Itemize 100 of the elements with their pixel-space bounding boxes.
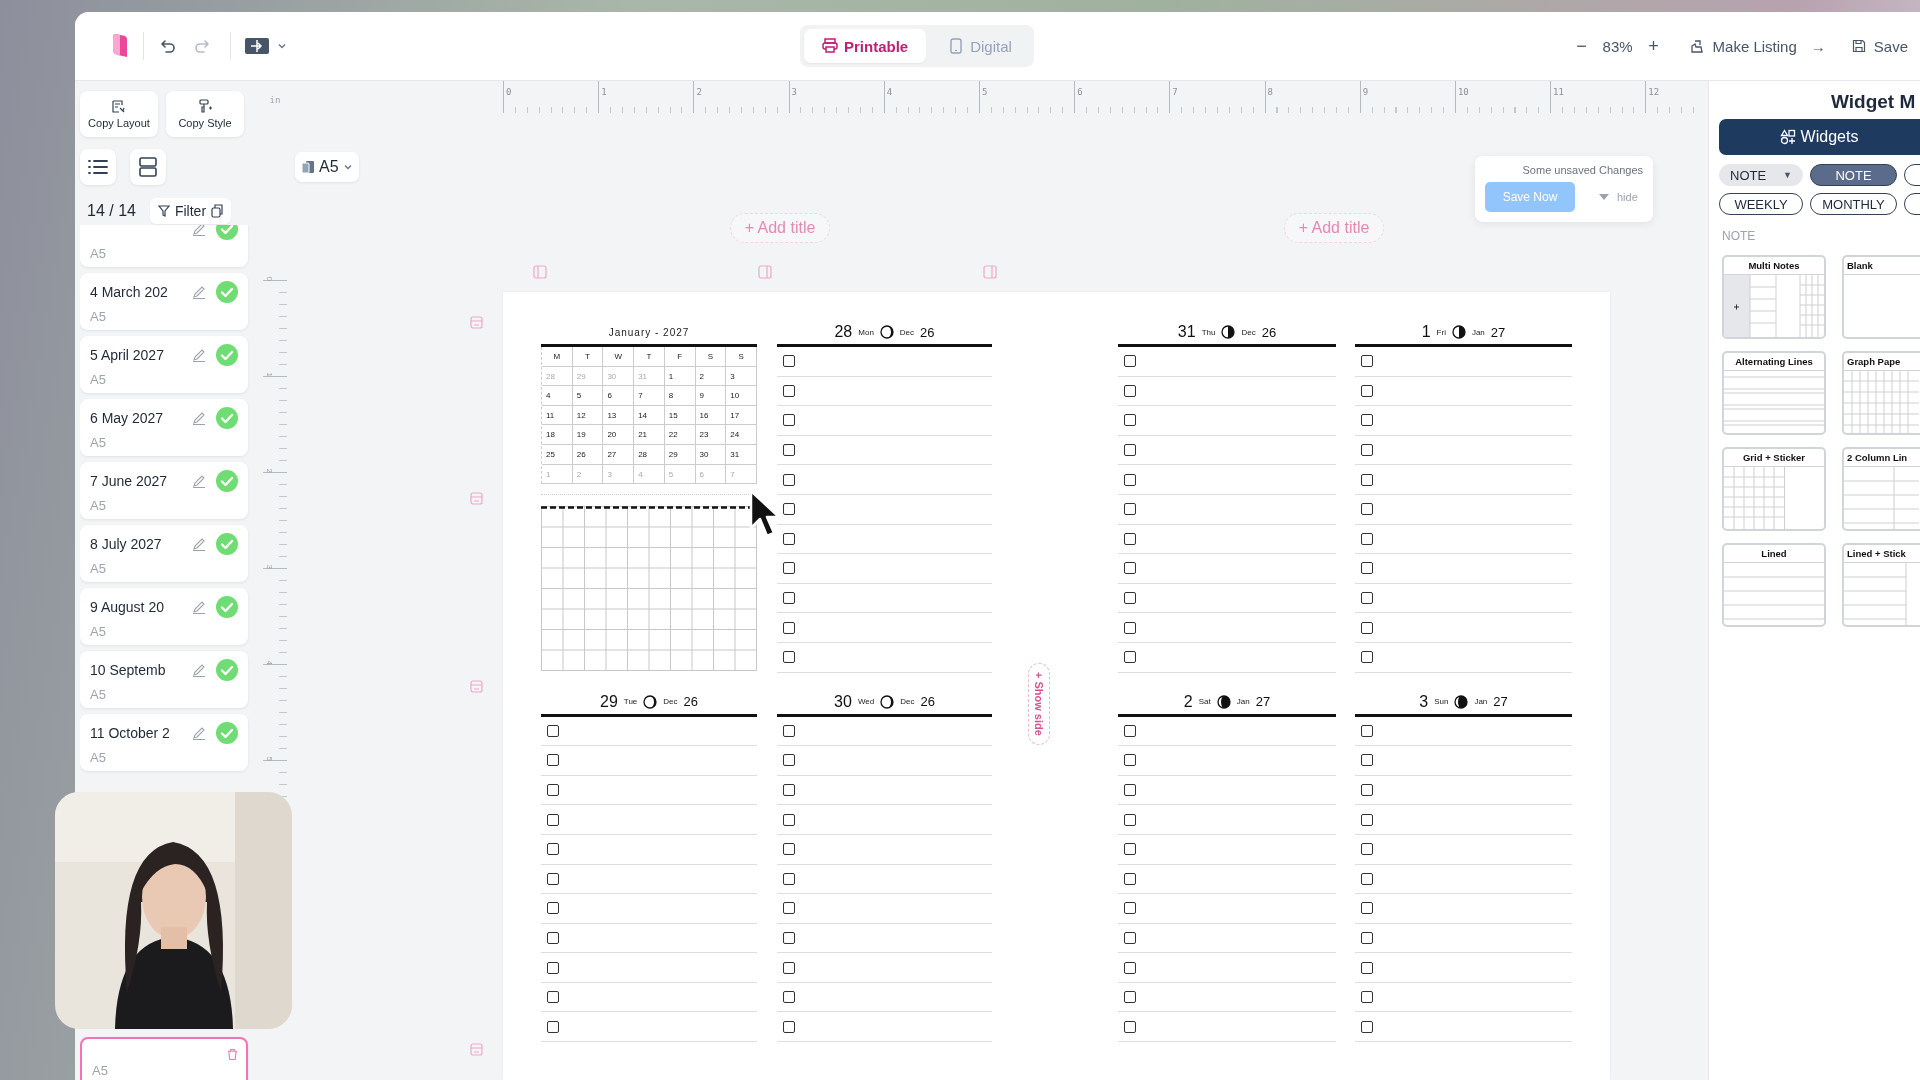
- checkbox[interactable]: [547, 813, 559, 826]
- checkbox[interactable]: [1124, 902, 1136, 915]
- checkbox[interactable]: [1124, 473, 1136, 486]
- checkbox[interactable]: [1361, 621, 1373, 634]
- checkbox[interactable]: [547, 961, 559, 974]
- template-card[interactable]: Blank: [1842, 255, 1920, 339]
- template-card[interactable]: Lined + Stick: [1842, 543, 1920, 627]
- checkbox[interactable]: [547, 932, 559, 944]
- checkbox[interactable]: [1124, 932, 1136, 944]
- checkbox[interactable]: [1124, 444, 1136, 457]
- template-card[interactable]: Lined: [1722, 543, 1826, 627]
- filter-button[interactable]: Filter: [149, 198, 232, 224]
- filter-chip[interactable]: MONTHLY: [1810, 193, 1897, 215]
- checkbox[interactable]: [1361, 503, 1373, 516]
- show-side-button[interactable]: + Show side: [1028, 663, 1050, 745]
- checkbox[interactable]: [1124, 592, 1136, 605]
- checkbox[interactable]: [783, 355, 795, 368]
- checkbox[interactable]: [1361, 592, 1373, 605]
- filter-chip[interactable]: NOTE: [1810, 164, 1897, 186]
- checkbox[interactable]: [1361, 813, 1373, 826]
- checkbox[interactable]: [1361, 872, 1373, 885]
- copy-layout-button[interactable]: Copy Layout: [80, 91, 158, 137]
- checkbox[interactable]: [1361, 414, 1373, 427]
- checkbox[interactable]: [1361, 444, 1373, 457]
- view-tab[interactable]: Printable: [804, 29, 927, 63]
- checkbox[interactable]: [1361, 843, 1373, 856]
- checkbox[interactable]: [1361, 902, 1373, 915]
- checkbox[interactable]: [547, 902, 559, 915]
- widgets-tab[interactable]: Widgets: [1719, 119, 1920, 155]
- checkbox[interactable]: [783, 902, 795, 915]
- chevron-down-icon[interactable]: [277, 41, 287, 51]
- checkbox[interactable]: [1124, 843, 1136, 856]
- save-button[interactable]: Save: [1851, 37, 1908, 55]
- template-card[interactable]: Multi Notes: [1722, 255, 1826, 339]
- checkbox[interactable]: [783, 961, 795, 974]
- checkbox[interactable]: [547, 784, 559, 796]
- checkbox[interactable]: [1124, 961, 1136, 974]
- checkbox[interactable]: [1124, 651, 1136, 664]
- checkbox[interactable]: [783, 503, 795, 516]
- checkbox[interactable]: [1124, 562, 1136, 575]
- layout-icon[interactable]: [245, 38, 269, 54]
- checkbox[interactable]: [1124, 384, 1136, 397]
- checkbox[interactable]: [1361, 991, 1373, 1004]
- paper-size-dropdown[interactable]: A5: [295, 152, 359, 182]
- checkbox[interactable]: [1124, 872, 1136, 885]
- filter-dropdown[interactable]: NOTE ▼: [1719, 164, 1803, 186]
- checkbox[interactable]: [783, 1020, 795, 1033]
- checkbox[interactable]: [783, 532, 795, 545]
- page-item[interactable]: 9 August 20 A5: [80, 588, 248, 645]
- checkbox[interactable]: [783, 724, 795, 737]
- undo-icon[interactable]: [158, 37, 176, 55]
- template-card[interactable]: 2 Column Lin: [1842, 447, 1920, 531]
- checkbox[interactable]: [783, 473, 795, 486]
- card-view-button[interactable]: [130, 149, 166, 185]
- checkbox[interactable]: [783, 872, 795, 885]
- template-card[interactable]: Alternating Lines: [1722, 351, 1826, 435]
- page-item[interactable]: 5 April 2027 A5: [80, 336, 248, 393]
- checkbox[interactable]: [783, 843, 795, 856]
- checkbox[interactable]: [783, 754, 795, 767]
- page-item[interactable]: 6 May 2027 A5: [80, 399, 248, 456]
- checkbox[interactable]: [1124, 503, 1136, 516]
- filter-chip[interactable]: WEEKLY: [1719, 193, 1803, 215]
- make-listing-button[interactable]: Make Listing →: [1688, 37, 1826, 55]
- checkbox[interactable]: [547, 1020, 559, 1033]
- page-item[interactable]: 8 July 2027 A5: [80, 525, 248, 582]
- page-item[interactable]: 4 March 202 A5: [80, 273, 248, 330]
- checkbox[interactable]: [1124, 813, 1136, 826]
- checkbox[interactable]: [1361, 724, 1373, 737]
- checkbox[interactable]: [1124, 621, 1136, 634]
- checkbox[interactable]: [547, 754, 559, 767]
- checkbox[interactable]: [783, 991, 795, 1004]
- checkbox[interactable]: [1124, 532, 1136, 545]
- checkbox[interactable]: [1124, 355, 1136, 368]
- checkbox[interactable]: [547, 991, 559, 1004]
- checkbox[interactable]: [1361, 784, 1373, 796]
- checkbox[interactable]: [547, 843, 559, 856]
- checkbox[interactable]: [1361, 754, 1373, 767]
- checkbox[interactable]: [1361, 473, 1373, 486]
- checkbox[interactable]: [783, 784, 795, 796]
- template-card[interactable]: Grid + Sticker: [1722, 447, 1826, 531]
- checkbox[interactable]: [1124, 724, 1136, 737]
- checkbox[interactable]: [547, 724, 559, 737]
- checkbox[interactable]: [1361, 1020, 1373, 1033]
- checkbox[interactable]: [1361, 355, 1373, 368]
- zoom-in-button[interactable]: +: [1644, 35, 1663, 57]
- checkbox[interactable]: [1361, 562, 1373, 575]
- checkbox[interactable]: [1361, 384, 1373, 397]
- checkbox[interactable]: [547, 872, 559, 885]
- checkbox[interactable]: [1361, 532, 1373, 545]
- checkbox[interactable]: [783, 621, 795, 634]
- copy-style-button[interactable]: Copy Style: [166, 91, 244, 137]
- page-item[interactable]: 11 October 2 A5: [80, 714, 248, 771]
- checkbox[interactable]: [1124, 414, 1136, 427]
- checkbox[interactable]: [783, 414, 795, 427]
- checkbox[interactable]: [1124, 754, 1136, 767]
- page-item[interactable]: 7 June 2027 A5: [80, 462, 248, 519]
- checkbox[interactable]: [783, 813, 795, 826]
- zoom-out-button[interactable]: −: [1572, 35, 1591, 57]
- checkbox[interactable]: [1361, 651, 1373, 664]
- checkbox[interactable]: [1124, 1020, 1136, 1033]
